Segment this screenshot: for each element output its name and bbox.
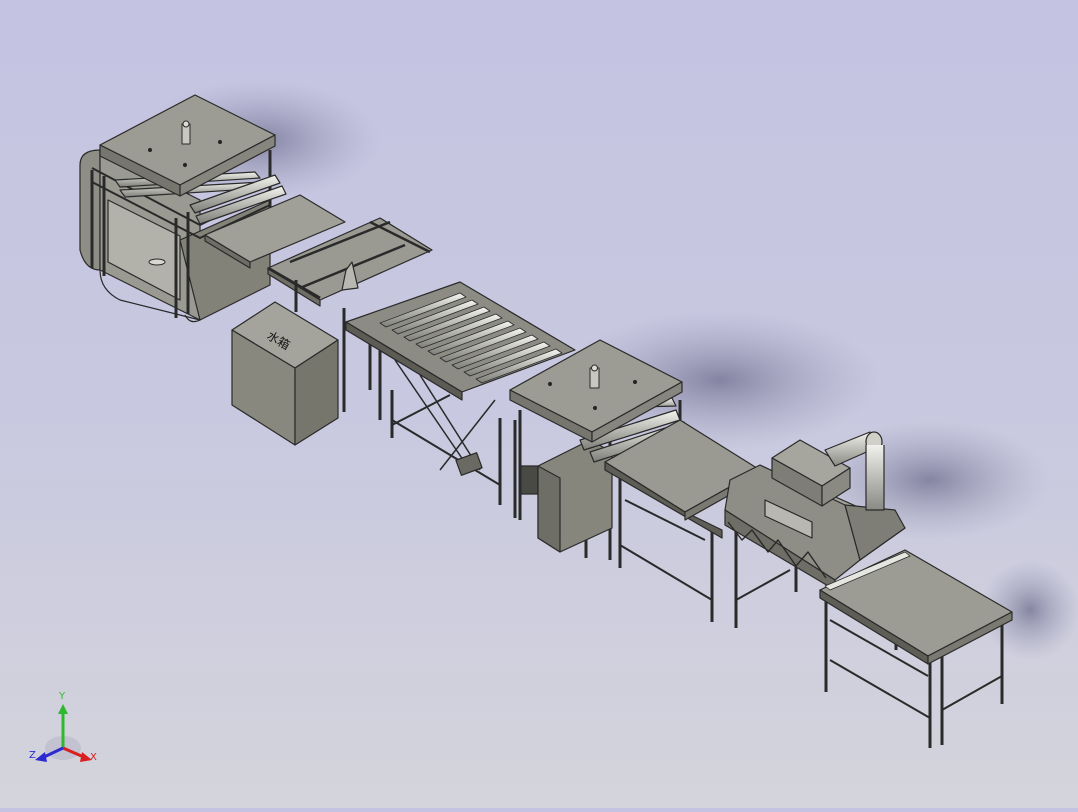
top-left-unit[interactable] [79,94,287,323]
water-tank[interactable]: 水箱 [231,301,339,446]
exit-table [819,549,1013,748]
y-axis-label: Y [59,691,66,702]
axis-triad: Y X Z [20,692,110,772]
cad-viewport[interactable]: 水箱 [0,0,1078,808]
assembly-view: 水箱 [79,80,1078,748]
x-axis-label: X [90,752,97,763]
z-axis-label: Z [29,750,36,761]
